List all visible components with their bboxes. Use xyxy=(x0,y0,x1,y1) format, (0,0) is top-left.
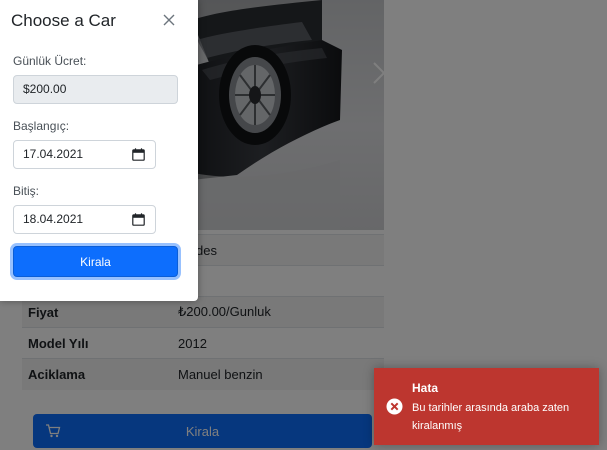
modal-title: Choose a Car xyxy=(11,11,116,30)
error-toast[interactable]: Hata Bu tarihler arasında araba zaten ki… xyxy=(374,368,599,445)
choose-car-modal: Choose a Car Günlük Ücret: $200.00 Başla… xyxy=(0,0,198,301)
start-date-input[interactable]: 17.04.2021 xyxy=(13,140,156,169)
daily-fee-label: Günlük Ücret: xyxy=(13,54,87,68)
close-icon xyxy=(163,14,175,26)
end-date-label: Bitiş: xyxy=(13,184,40,198)
start-date-value: 17.04.2021 xyxy=(23,147,84,161)
start-date-label: Başlangıç: xyxy=(13,119,70,133)
calendar-icon[interactable] xyxy=(132,148,145,161)
end-date-input[interactable]: 18.04.2021 xyxy=(13,205,156,234)
daily-fee-field: $200.00 xyxy=(13,75,178,104)
calendar-icon[interactable] xyxy=(132,213,145,226)
daily-fee-value: $200.00 xyxy=(23,82,67,96)
toast-title: Hata xyxy=(412,381,439,395)
error-icon xyxy=(386,398,403,415)
end-date-value: 18.04.2021 xyxy=(23,212,84,226)
close-button[interactable] xyxy=(160,11,178,29)
modal-rent-button[interactable]: Kirala xyxy=(13,246,178,277)
toast-message: Bu tarihler arasında araba zaten kiralan… xyxy=(412,402,570,432)
